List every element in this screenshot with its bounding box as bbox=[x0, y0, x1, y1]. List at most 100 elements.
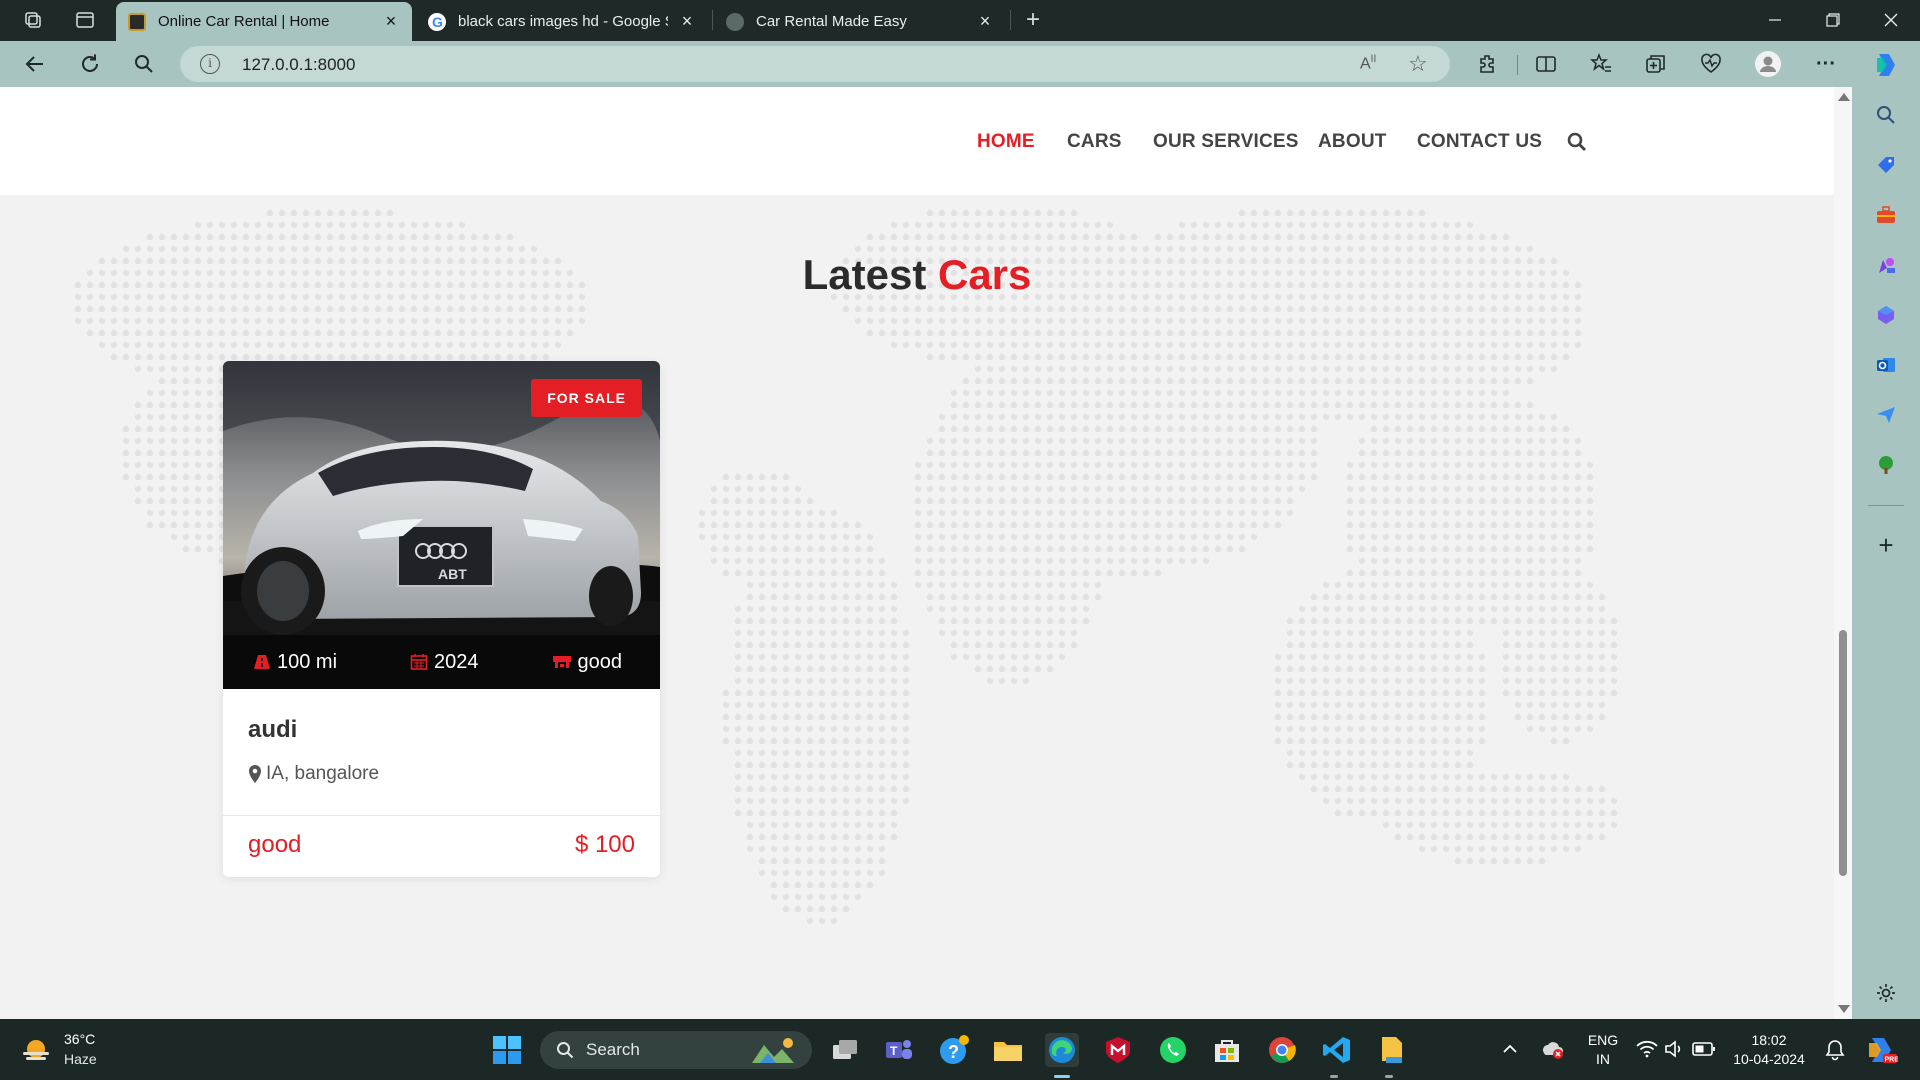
scroll-down-arrow[interactable] bbox=[1838, 1005, 1850, 1013]
split-screen-icon[interactable] bbox=[1532, 50, 1560, 78]
weather-icon[interactable] bbox=[20, 1035, 52, 1070]
whatsapp-icon[interactable] bbox=[1156, 1033, 1190, 1067]
browser-tab-strip: Online Car Rental | Home × G black cars … bbox=[0, 0, 1920, 41]
profile-avatar[interactable] bbox=[1754, 50, 1782, 78]
svg-text:G: G bbox=[432, 14, 443, 30]
weather-condition[interactable]: Haze bbox=[64, 1051, 97, 1067]
microsoft-365-icon[interactable] bbox=[1872, 301, 1900, 329]
new-tab-icon[interactable]: + bbox=[1018, 6, 1048, 33]
file-explorer-icon[interactable] bbox=[991, 1033, 1025, 1067]
wifi-icon[interactable] bbox=[1636, 1040, 1658, 1063]
battery-icon[interactable] bbox=[1692, 1041, 1716, 1062]
shopping-tag-icon[interactable] bbox=[1872, 151, 1900, 179]
sidebar-search-icon[interactable] bbox=[1872, 101, 1900, 129]
add-sidebar-app-icon[interactable]: + bbox=[1872, 530, 1900, 560]
outlook-icon[interactable] bbox=[1872, 351, 1900, 379]
toolbar-separator bbox=[1517, 55, 1518, 75]
extensions-icon[interactable] bbox=[1474, 50, 1502, 78]
windows-taskbar: 36°C Haze Search T ? ENG IN 18:02 10-04-… bbox=[0, 1019, 1920, 1080]
car-condition-icon bbox=[552, 656, 571, 668]
nav-cars[interactable]: CARS bbox=[1067, 131, 1122, 153]
more-options-icon[interactable]: ··· bbox=[1812, 50, 1840, 78]
games-icon[interactable] bbox=[1872, 251, 1900, 279]
copilot-taskbar-icon[interactable]: PRE bbox=[1864, 1034, 1899, 1071]
nav-contact-us[interactable]: CONTACT US bbox=[1417, 131, 1542, 153]
microsoft-store-icon[interactable] bbox=[1210, 1033, 1244, 1067]
scroll-up-arrow[interactable] bbox=[1838, 93, 1850, 101]
onedrive-error-icon[interactable] bbox=[1540, 1039, 1564, 1064]
weather-temperature[interactable]: 36°C bbox=[64, 1031, 95, 1047]
search-highlight-icon bbox=[752, 1038, 794, 1063]
tab-google-search[interactable]: G black cars images hd - Google Se × bbox=[416, 2, 708, 41]
input-language[interactable]: ENG IN bbox=[1584, 1031, 1622, 1069]
close-tab-icon[interactable]: × bbox=[976, 11, 994, 32]
condition-spec: good bbox=[552, 650, 623, 674]
browser-sidebar: + bbox=[1852, 41, 1920, 1019]
scroll-thumb[interactable] bbox=[1839, 630, 1847, 876]
close-tab-icon[interactable]: × bbox=[678, 11, 696, 32]
show-hidden-icons-chevron-icon[interactable] bbox=[1502, 1041, 1518, 1059]
site-info-icon[interactable]: i bbox=[200, 54, 220, 74]
vscode-icon[interactable] bbox=[1320, 1033, 1354, 1067]
tab-online-car-rental[interactable]: Online Car Rental | Home × bbox=[116, 2, 412, 41]
favorite-star-icon[interactable]: ☆ bbox=[1408, 51, 1428, 77]
back-icon[interactable] bbox=[21, 50, 49, 78]
car-location: IA, bangalore bbox=[248, 763, 379, 785]
teams-icon[interactable]: T bbox=[882, 1033, 916, 1067]
minimize-icon[interactable] bbox=[1746, 0, 1804, 40]
taskbar-search-box[interactable]: Search bbox=[540, 1031, 812, 1069]
address-bar[interactable]: i 127.0.0.1:8000 Aⅼⅼ ☆ bbox=[180, 46, 1450, 82]
mileage-value: 100 mi bbox=[277, 650, 338, 673]
tab-separator bbox=[1010, 10, 1011, 30]
browser-toolbar: i 127.0.0.1:8000 Aⅼⅼ ☆ ··· bbox=[0, 41, 1852, 87]
volume-icon[interactable] bbox=[1664, 1040, 1684, 1063]
url-text[interactable]: 127.0.0.1:8000 bbox=[242, 55, 355, 75]
tree-icon[interactable] bbox=[1872, 451, 1900, 479]
read-aloud-icon[interactable]: Aⅼⅼ bbox=[1360, 54, 1376, 73]
latest-cars-section: Latest Cars ABT FOR SALE 100 mi 2024 goo… bbox=[0, 195, 1834, 1019]
tab-title: Online Car Rental | Home bbox=[158, 13, 330, 30]
favorites-icon[interactable] bbox=[1587, 50, 1615, 78]
tab-title: Car Rental Made Easy bbox=[756, 13, 907, 30]
mcafee-icon[interactable] bbox=[1101, 1033, 1135, 1067]
sidebar-settings-icon[interactable] bbox=[1872, 979, 1900, 1007]
car-card[interactable]: ABT FOR SALE 100 mi 2024 good audi IA, b… bbox=[223, 361, 660, 877]
site-favicon-icon bbox=[128, 12, 146, 31]
get-help-icon[interactable]: ? bbox=[937, 1033, 971, 1067]
title-accent: Cars bbox=[937, 251, 1032, 298]
car-price: $ 100 bbox=[574, 831, 635, 858]
edge-icon[interactable] bbox=[1045, 1033, 1079, 1067]
sidebar-separator bbox=[1868, 505, 1904, 506]
tab-car-rental-made-easy[interactable]: Car Rental Made Easy × bbox=[714, 2, 1006, 41]
collections-icon[interactable] bbox=[1642, 50, 1670, 78]
nav-home[interactable]: HOME bbox=[977, 131, 1035, 153]
page-scrollbar[interactable] bbox=[1834, 87, 1852, 1019]
car-name[interactable]: audi bbox=[248, 716, 297, 744]
send-icon[interactable] bbox=[1872, 401, 1900, 429]
car-specs-bar: 100 mi 2024 good bbox=[223, 635, 660, 689]
nav-about[interactable]: ABOUT bbox=[1318, 131, 1387, 153]
search-icon[interactable] bbox=[130, 50, 158, 78]
tab-actions-icon[interactable] bbox=[70, 7, 100, 33]
system-clock[interactable]: 18:02 10-04-2024 bbox=[1728, 1031, 1810, 1069]
notes-folder-icon[interactable] bbox=[1375, 1033, 1409, 1067]
browser-essentials-icon[interactable] bbox=[1697, 50, 1725, 78]
tab-separator bbox=[712, 10, 713, 30]
task-view-icon[interactable] bbox=[828, 1033, 862, 1067]
restore-icon[interactable] bbox=[1804, 0, 1862, 40]
nav-search-icon[interactable] bbox=[1567, 132, 1587, 152]
notifications-bell-icon[interactable] bbox=[1825, 1039, 1845, 1066]
close-window-icon[interactable] bbox=[1862, 0, 1920, 40]
search-label: Search bbox=[586, 1040, 640, 1059]
copilot-icon[interactable] bbox=[1868, 47, 1904, 83]
car-image[interactable]: ABT FOR SALE 100 mi 2024 good bbox=[223, 361, 660, 689]
windows-start-icon[interactable] bbox=[490, 1033, 524, 1067]
workspaces-icon[interactable] bbox=[18, 7, 48, 33]
chrome-icon[interactable] bbox=[1265, 1033, 1299, 1067]
close-tab-icon[interactable]: × bbox=[382, 11, 400, 32]
refresh-icon[interactable] bbox=[76, 50, 104, 78]
condition-spec-value: good bbox=[577, 650, 623, 673]
tools-briefcase-icon[interactable] bbox=[1872, 201, 1900, 229]
clock-time: 18:02 bbox=[1751, 1032, 1787, 1048]
nav-our-services[interactable]: OUR SERVICES bbox=[1153, 131, 1299, 153]
